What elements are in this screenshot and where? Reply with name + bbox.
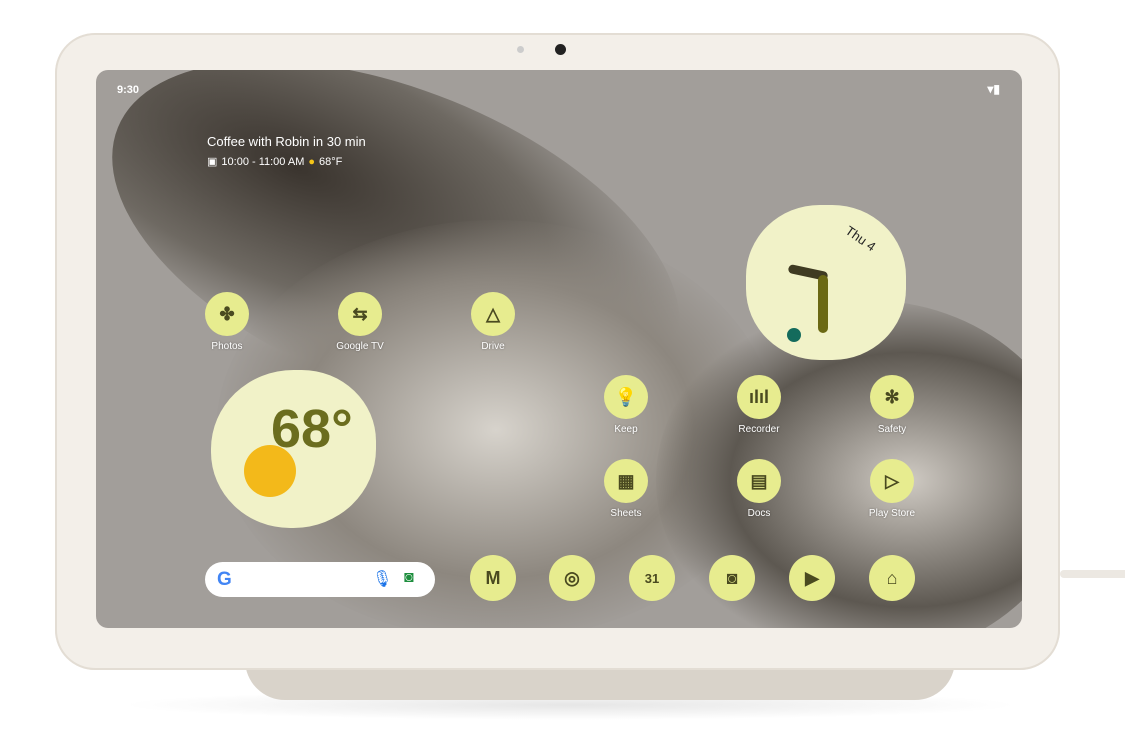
minute-hand — [818, 275, 828, 333]
lens-icon[interactable]: ◙ — [404, 569, 414, 587]
play-store-icon: ▷ — [870, 459, 914, 503]
app-safety[interactable]: ✻ Safety — [852, 375, 932, 435]
home-screen: 9:30 ▾▮ Coffee with Robin in 30 min ▣ 10:… — [96, 70, 1022, 628]
google-search-bar[interactable]: G 🎙 ◙ — [205, 562, 435, 597]
wifi-battery-icon: ▾▮ — [987, 82, 1000, 96]
calendar-icon: ▣ — [207, 156, 218, 168]
docs-icon: ▤ — [737, 459, 781, 503]
status-time: 9:30 — [117, 84, 140, 96]
keep-icon: 💡 — [604, 375, 648, 419]
mic-icon[interactable]: 🎙 — [372, 569, 392, 589]
chrome-icon: ◎ — [549, 555, 595, 601]
sun-cloud-icon — [244, 445, 296, 497]
event-title: Coffee with Robin in 30 min — [207, 134, 366, 149]
app-keep[interactable]: 💡 Keep — [586, 375, 666, 435]
camera-lens — [555, 44, 566, 55]
event-time: 10:00 - 11:00 AM — [221, 155, 305, 168]
sheets-icon: ▦ — [604, 459, 648, 503]
photos-icon: ✤ — [205, 292, 249, 336]
event-temp: 68°F — [319, 155, 343, 168]
app-recorder[interactable]: ılıl Recorder — [719, 375, 799, 435]
app-drive[interactable]: △ Drive — [453, 292, 533, 352]
youtube-icon: ▶ — [789, 555, 835, 601]
dock-chrome[interactable]: ◎ — [532, 555, 612, 601]
app-sheets[interactable]: ▦ Sheets — [586, 459, 666, 519]
dock-gmail[interactable]: M — [453, 555, 533, 601]
light-sensor — [517, 46, 524, 53]
google-logo: G — [217, 569, 232, 590]
at-a-glance-widget[interactable]: Coffee with Robin in 30 min ▣ 10:00 - 11:… — [207, 134, 366, 168]
camera-icon: ◙ — [709, 555, 755, 601]
dock-calendar[interactable]: 31 — [612, 555, 692, 601]
app-photos[interactable]: ✤ Photos — [187, 292, 267, 352]
recorder-icon: ılıl — [737, 375, 781, 419]
gmail-icon: M — [470, 555, 516, 601]
weather-widget[interactable]: 68° — [211, 370, 376, 528]
app-docs[interactable]: ▤ Docs — [719, 459, 799, 519]
home-icon: ⌂ — [869, 555, 915, 601]
clock-dot — [787, 328, 801, 342]
safety-icon: ✻ — [870, 375, 914, 419]
dock-home[interactable]: ⌂ — [852, 555, 932, 601]
app-play-store[interactable]: ▷ Play Store — [852, 459, 932, 519]
sun-icon: ● — [308, 155, 316, 168]
power-cable — [1060, 570, 1125, 578]
dock-camera[interactable]: ◙ — [692, 555, 772, 601]
drive-icon: △ — [471, 292, 515, 336]
app-google-tv[interactable]: ⇆ Google TV — [320, 292, 400, 352]
google-tv-icon: ⇆ — [338, 292, 382, 336]
clock-widget[interactable]: Thu 4 — [746, 205, 906, 360]
clock-date: Thu 4 — [842, 222, 879, 255]
dock-youtube[interactable]: ▶ — [772, 555, 852, 601]
calendar-icon: 31 — [629, 555, 675, 601]
